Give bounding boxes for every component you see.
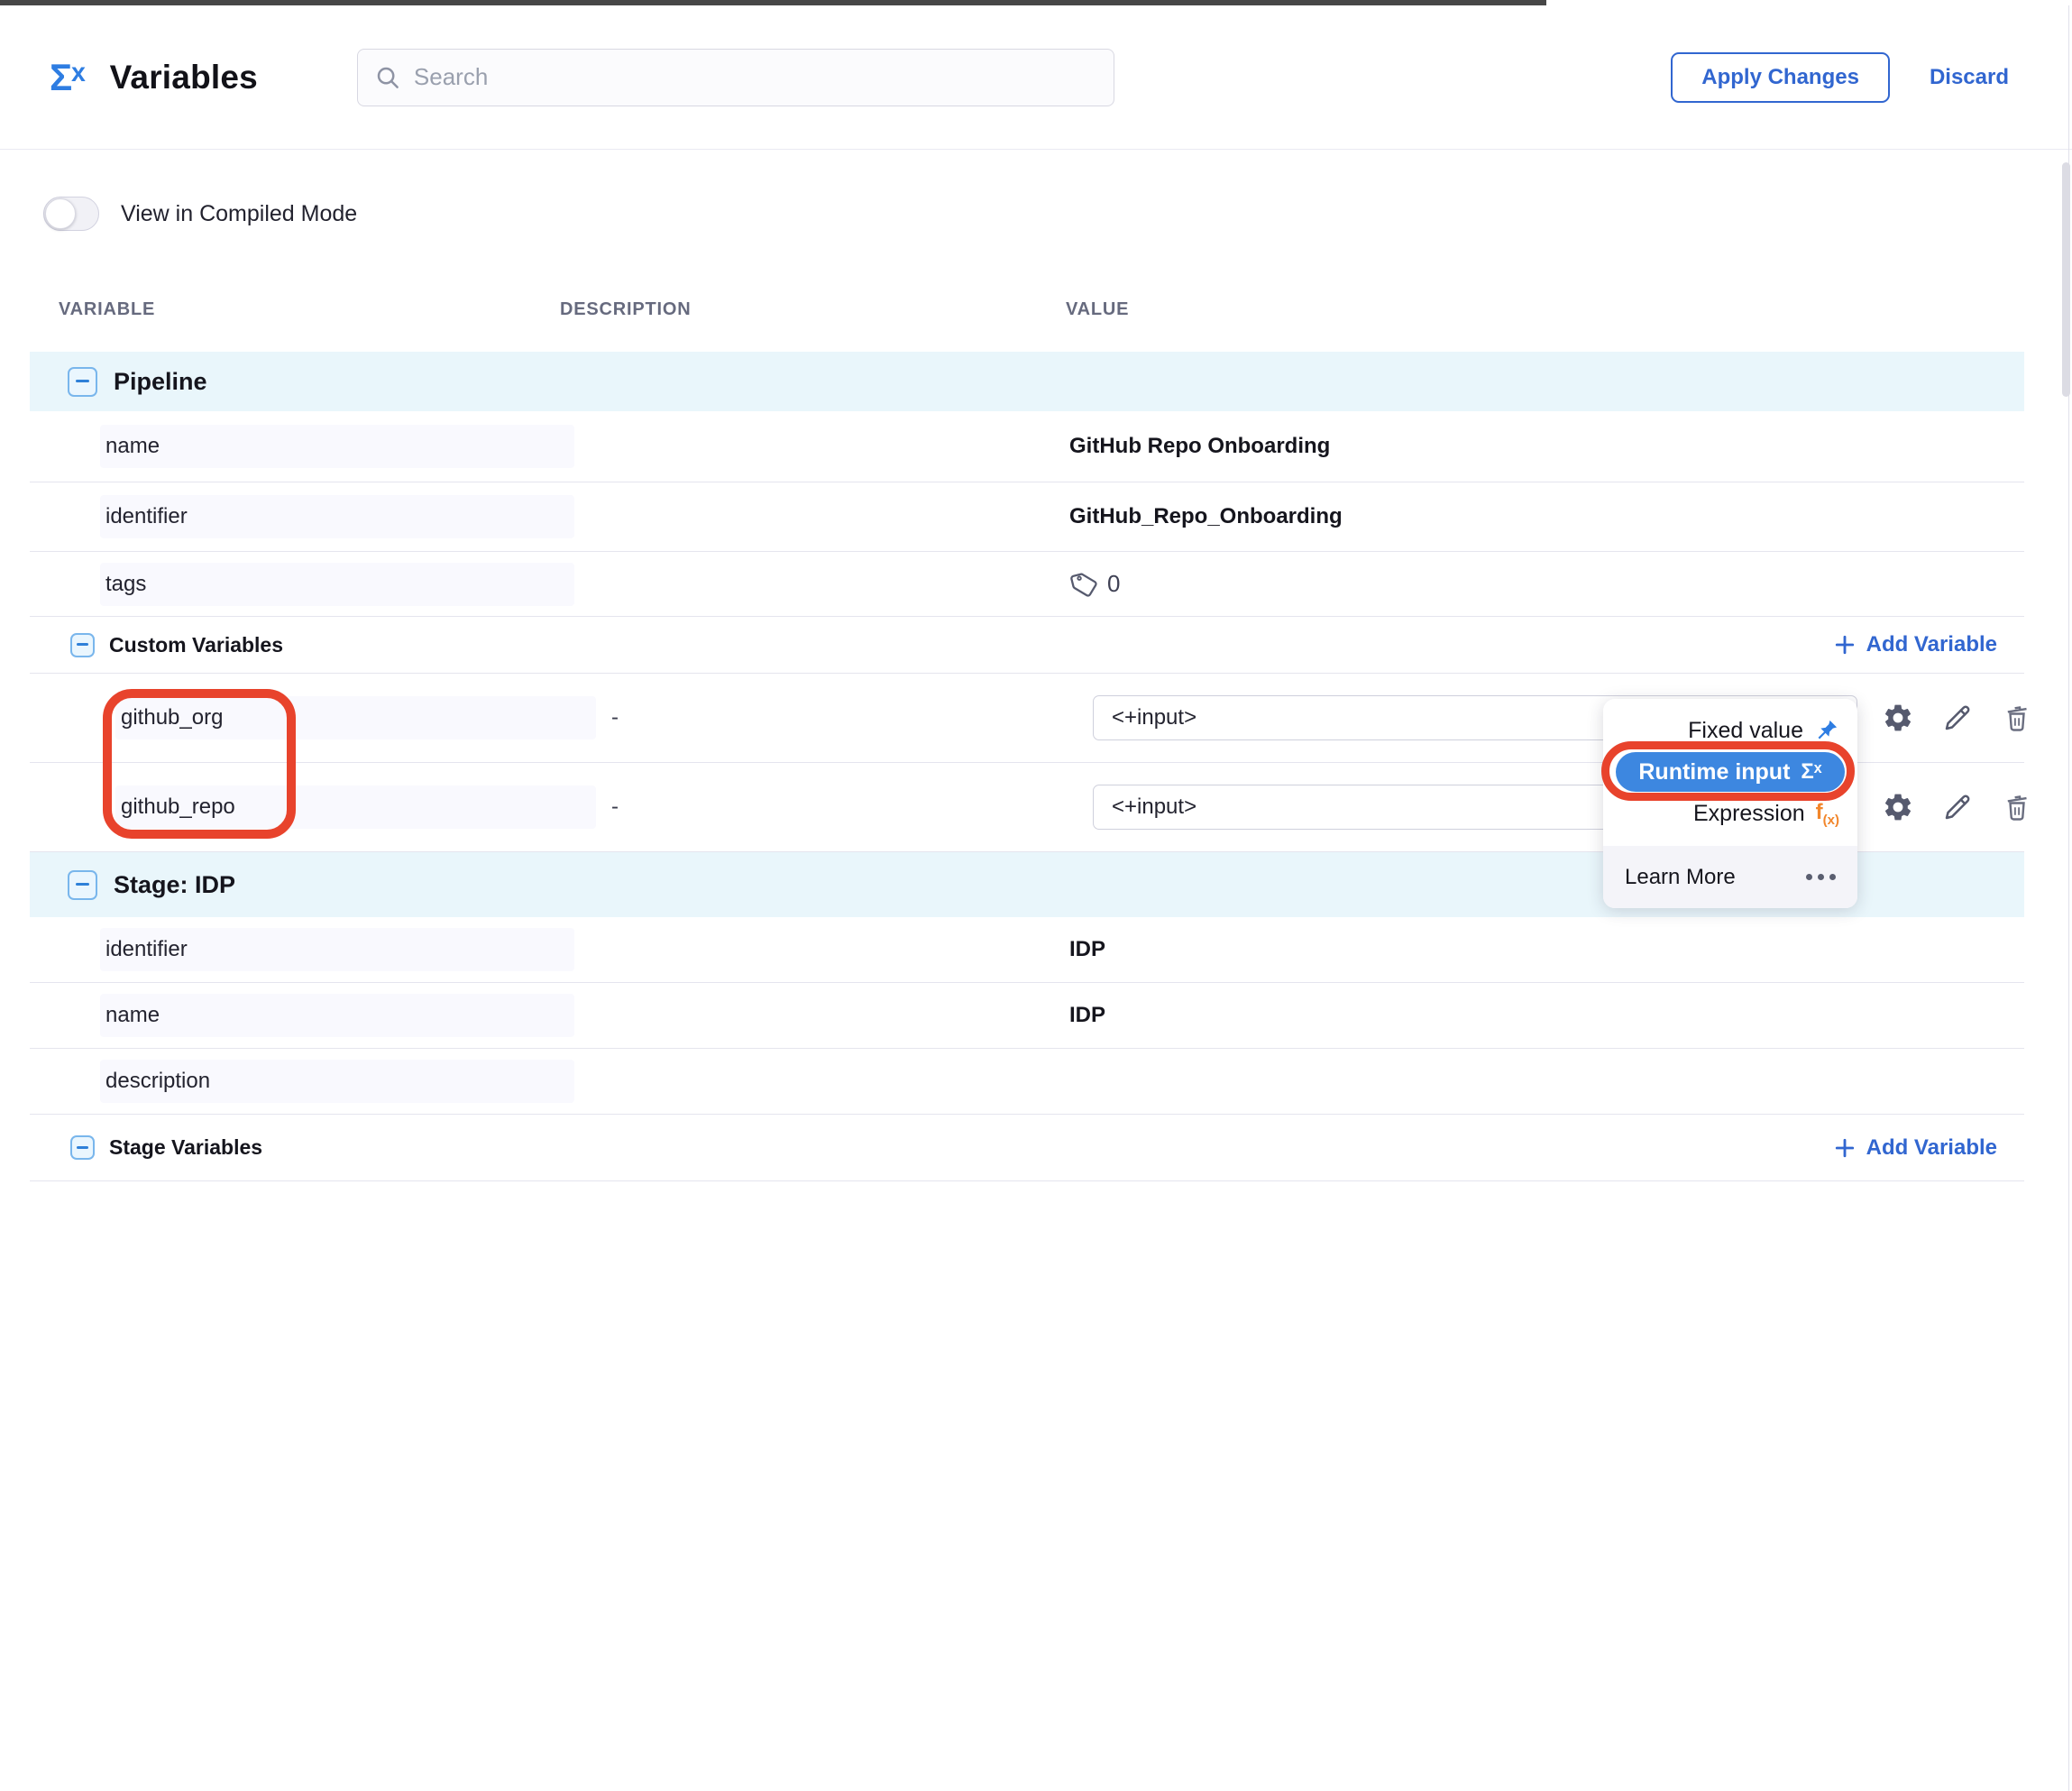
stage-section-title: Stage: IDP	[114, 871, 235, 899]
variable-label: description	[100, 1060, 574, 1103]
toggle-knob	[45, 198, 76, 229]
edit-pencil-icon[interactable]	[1940, 701, 1975, 735]
stage-identifier-row: identifier IDP	[30, 917, 2024, 983]
column-header-value: VALUE	[1066, 299, 1129, 320]
compiled-mode-label: View in Compiled Mode	[121, 201, 357, 227]
search-box[interactable]	[357, 49, 1114, 106]
stage-name-row: name IDP	[30, 983, 2024, 1049]
stage-variables-title: Stage Variables	[109, 1135, 262, 1160]
variable-name: github_org	[115, 696, 596, 739]
collapse-stage-icon[interactable]	[68, 870, 97, 900]
scrollbar-thumb[interactable]	[2062, 162, 2070, 397]
collapse-stage-variables-icon[interactable]	[70, 1135, 95, 1160]
pipeline-name-row: name GitHub Repo Onboarding	[30, 411, 2024, 482]
search-icon	[374, 64, 401, 91]
search-input[interactable]	[401, 63, 1114, 91]
variable-value: IDP	[1069, 1003, 1105, 1028]
learn-more-link[interactable]: Learn More	[1625, 865, 1736, 890]
expression-label: Expression	[1693, 801, 1805, 827]
column-header-variable: VARIABLE	[59, 299, 155, 320]
add-variable-button[interactable]: Add Variable	[1834, 632, 1997, 657]
add-variable-label: Add Variable	[1866, 632, 1997, 657]
pipeline-section-row: Pipeline	[30, 352, 2024, 411]
value-type-menu: Fixed value Runtime input Σˣ Expression …	[1603, 699, 1857, 908]
custom-variables-title: Custom Variables	[109, 633, 283, 657]
variable-name: github_repo	[115, 785, 596, 829]
delete-trash-icon[interactable]	[2000, 790, 2034, 824]
page-header: Σˣ Variables Apply Changes Discard	[0, 5, 2072, 150]
variable-value: GitHub_Repo_Onboarding	[1069, 504, 1343, 529]
variable-label: identifier	[100, 928, 574, 971]
pipeline-section-title: Pipeline	[114, 368, 207, 396]
ellipsis-icon[interactable]	[1806, 874, 1836, 880]
compiled-mode-toggle[interactable]	[43, 197, 99, 231]
runtime-input-label: Runtime input	[1638, 759, 1790, 785]
pipeline-identifier-row: identifier GitHub_Repo_Onboarding	[30, 482, 2024, 552]
sigma-x-icon: Σˣ	[1801, 759, 1821, 785]
column-header-description: DESCRIPTION	[560, 299, 691, 320]
variable-description: -	[611, 794, 619, 820]
settings-gear-icon[interactable]	[1881, 790, 1915, 824]
menu-item-expression[interactable]: Expression f(x)	[1693, 793, 1845, 834]
variable-description: -	[611, 705, 619, 730]
pin-icon	[1814, 718, 1839, 743]
tags-value: 0	[1069, 570, 1120, 599]
stage-description-row: description	[30, 1049, 2024, 1115]
add-variable-button[interactable]: Add Variable	[1834, 1135, 1997, 1161]
fixed-value-label: Fixed value	[1688, 718, 1803, 744]
menu-footer: Learn More	[1603, 846, 1857, 908]
collapse-custom-variables-icon[interactable]	[70, 633, 95, 657]
pipeline-tags-row: tags 0	[30, 552, 2024, 617]
stage-variables-row: Stage Variables Add Variable	[30, 1115, 2024, 1181]
tags-count: 0	[1107, 570, 1120, 598]
variables-sigma-icon: Σˣ	[50, 59, 85, 96]
page-title: Variables	[110, 59, 258, 96]
plus-icon	[1834, 634, 1856, 656]
custom-variables-row: Custom Variables Add Variable	[30, 617, 2024, 674]
compiled-mode-row: View in Compiled Mode	[43, 197, 357, 231]
collapse-pipeline-icon[interactable]	[68, 367, 97, 397]
settings-gear-icon[interactable]	[1881, 701, 1915, 735]
apply-changes-button[interactable]: Apply Changes	[1671, 52, 1890, 103]
variable-value: IDP	[1069, 937, 1105, 962]
menu-item-runtime-input[interactable]: Runtime input Σˣ	[1616, 752, 1845, 792]
discard-button[interactable]: Discard	[1930, 65, 2009, 90]
variable-value: GitHub Repo Onboarding	[1069, 434, 1330, 459]
tag-icon	[1069, 570, 1098, 599]
variable-label: name	[100, 994, 574, 1037]
menu-item-fixed-value[interactable]: Fixed value	[1688, 710, 1845, 751]
variable-label: tags	[100, 563, 574, 606]
variable-label: identifier	[100, 495, 574, 538]
edit-pencil-icon[interactable]	[1940, 790, 1975, 824]
variable-label: name	[100, 425, 574, 468]
add-variable-label: Add Variable	[1866, 1135, 1997, 1161]
plus-icon	[1834, 1137, 1856, 1159]
fx-icon: f(x)	[1816, 800, 1839, 828]
delete-trash-icon[interactable]	[2000, 701, 2034, 735]
